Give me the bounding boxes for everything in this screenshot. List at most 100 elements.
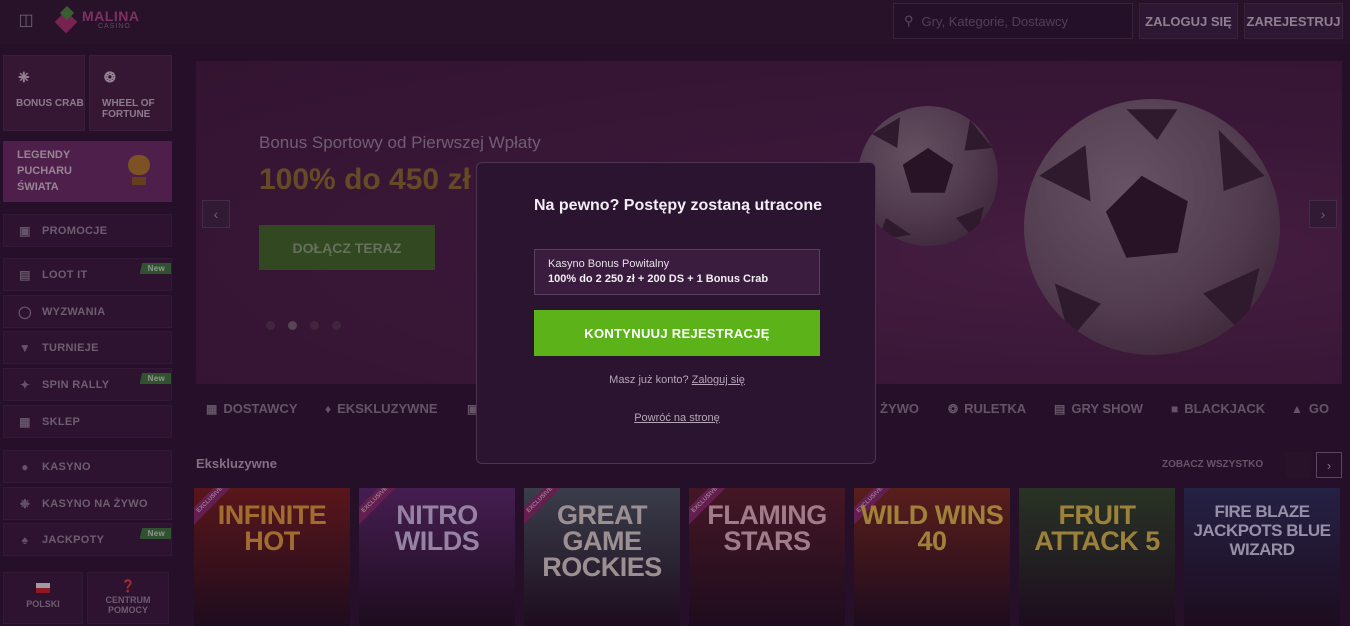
back-to-page-link[interactable]: Powróć na stronę [634, 412, 720, 424]
logo[interactable]: MALINA CASINO [54, 5, 140, 34]
modal-title: Na pewno? Postępy zostaną utracone [534, 197, 823, 214]
category-blackjack[interactable]: ■ BLACKJACK [1171, 401, 1265, 416]
sidebar-item-label: SPIN RALLY [42, 378, 110, 391]
sidebar-item-promocje[interactable]: ▣ PROMOCJE [3, 214, 172, 247]
new-badge: New [139, 373, 171, 384]
trophy-icon: ▼ [18, 340, 32, 355]
new-badge: New [139, 263, 171, 274]
section-prev-arrow[interactable] [1285, 452, 1311, 478]
chip-icon: ❉ [19, 496, 31, 511]
confirm-exit-modal: Na pewno? Postępy zostaną utracone Kasyn… [476, 162, 876, 464]
tile-bonus-crab[interactable]: ❈ BONUS CRAB [3, 55, 85, 131]
hero-prev-arrow[interactable]: ‹ [202, 200, 230, 228]
sidebar-item-label: TURNIEJE [42, 341, 99, 354]
logo-text: MALINA [82, 7, 140, 24]
game-card[interactable]: FIRE BLAZE JACKPOTS BLUE WIZARD [1184, 488, 1340, 626]
sidebar-item-spin-rally[interactable]: ✦ SPIN RALLY New [3, 368, 172, 401]
category-go[interactable]: ▲ GO [1291, 401, 1329, 416]
sidebar-item-kasyno[interactable]: ● KASYNO [3, 450, 172, 483]
sidebar-item-sklep[interactable]: ▦ SKLEP [3, 405, 172, 438]
crab-claw-icon: ❈ [18, 69, 30, 85]
register-button[interactable]: ZAREJESTRUJ [1244, 3, 1343, 39]
search-box[interactable]: ⚲ [893, 3, 1133, 39]
language-selector[interactable]: POLSKI [3, 572, 83, 624]
medal-icon: ◯ [18, 304, 32, 319]
football-image [1024, 99, 1280, 355]
bonus-summary-box: Kasyno Bonus Powitalny 100% do 2 250 zł … [534, 249, 820, 295]
carousel-dot[interactable] [310, 321, 319, 330]
language-label: POLSKI [26, 599, 60, 609]
bonus-value: 100% do 2 250 zł + 200 DS + 1 Bonus Crab [548, 273, 769, 285]
category-label: BLACKJACK [1184, 401, 1266, 416]
diamond-icon: ♦ [325, 402, 332, 416]
grid-icon: ▦ [206, 402, 218, 416]
sidebar-item-label: WYZWANIA [42, 305, 106, 318]
sidebar-item-loot-it[interactable]: ▤ LOOT IT New [3, 258, 172, 291]
category-ekskluzywne[interactable]: ♦ EKSKLUZYWNE [325, 401, 438, 416]
poland-flag-icon [36, 583, 50, 593]
tile-label: WHEEL OF FORTUNE [102, 98, 155, 120]
see-all-link[interactable]: ZOBACZ WSZYSTKO [1162, 459, 1263, 470]
game-title: NITRO WILDS [394, 500, 480, 556]
sidebar: ❈ BONUS CRAB ❂ WHEEL OF FORTUNE LEGENDY … [0, 44, 180, 626]
gift-icon: ▣ [19, 223, 31, 238]
login-link[interactable]: Zaloguj się [692, 374, 745, 386]
game-title: FLAMING STARS [707, 500, 827, 556]
dice-icon: ● [21, 459, 29, 474]
tile-wheel-of-fortune[interactable]: ❂ WHEEL OF FORTUNE [89, 55, 172, 131]
chart-icon: ▤ [19, 267, 31, 282]
section-next-arrow[interactable]: › [1316, 452, 1342, 478]
login-button[interactable]: ZALOGUJ SIĘ [1139, 3, 1238, 39]
top-bar: ◫ MALINA CASINO ⚲ ZALOGUJ SIĘ ZAREJESTRU… [0, 0, 1350, 44]
game-card[interactable]: EXCLUSIVE WILD WINS 40 [854, 488, 1010, 626]
category-label: RULETKA [964, 401, 1027, 416]
sidebar-item-kasyno-na-zywo[interactable]: ❉ KASYNO NA ŻYWO [3, 487, 172, 520]
category-gry-show[interactable]: ▤ GRY SHOW [1054, 401, 1143, 416]
crown-icon: ♠ [21, 532, 29, 547]
logo-subtext: CASINO [98, 22, 131, 30]
category-ruletka[interactable]: ❂ RULETKA [948, 401, 1026, 416]
help-label: CENTRUM POMOCY [105, 595, 151, 615]
sidebar-item-label: LOOT IT [42, 268, 88, 281]
games-row: EXCLUSIVE INFINITE HOT EXCLUSIVE NITRO WILD… [194, 488, 1340, 626]
sidebar-item-wyzwania[interactable]: ◯ WYZWANIA [3, 295, 172, 328]
continue-registration-button[interactable]: KONTYNUUJ REJESTRACJĘ [534, 310, 820, 356]
carousel-dot[interactable] [266, 321, 275, 330]
help-center-button[interactable]: ❓ CENTRUM POMOCY [87, 572, 169, 624]
game-card[interactable]: EXCLUSIVE INFINITE HOT [194, 488, 350, 626]
game-card[interactable]: EXCLUSIVE GREAT GAME ROCKIES [524, 488, 680, 626]
sidebar-toggle-icon[interactable]: ◫ [16, 12, 36, 30]
game-card[interactable]: EXCLUSIVE FLAMING STARS [689, 488, 845, 626]
carousel-dots [266, 321, 341, 330]
join-now-button[interactable]: DOŁĄCZ TERAZ [259, 225, 435, 270]
tile-label: LEGENDY PUCHARU ŚWIATA [17, 149, 72, 193]
category-na-zywo[interactable]: ŻYWO [880, 401, 919, 416]
store-icon: ▦ [19, 414, 31, 429]
logo-mark-icon [54, 5, 78, 34]
new-badge: New [139, 528, 171, 539]
tile-label: BONUS CRAB [16, 98, 84, 109]
game-card[interactable]: EXCLUSIVE NITRO WILDS [359, 488, 515, 626]
roulette-icon: ❂ [948, 402, 959, 416]
wheel-icon: ❂ [104, 69, 116, 85]
flag-icon: ✦ [19, 377, 31, 392]
sidebar-item-jackpoty[interactable]: ♠ JACKPOTY New [3, 523, 172, 556]
category-label: DOSTAWCY [223, 401, 298, 416]
game-title: WILD WINS 40 [860, 500, 1004, 556]
sidebar-item-label: SKLEP [42, 415, 81, 428]
carousel-dot-active[interactable] [288, 321, 297, 330]
category-dostawcy[interactable]: ▦ DOSTAWCY [206, 401, 298, 416]
trophy-icon [126, 155, 152, 187]
carousel-dot[interactable] [332, 321, 341, 330]
game-title: INFINITE HOT [217, 500, 327, 556]
search-input[interactable] [921, 13, 1112, 29]
tile-legends-world-cup[interactable]: LEGENDY PUCHARU ŚWIATA [3, 141, 172, 202]
hero-next-arrow[interactable]: › [1309, 200, 1337, 228]
sidebar-item-turnieje[interactable]: ▼ TURNIEJE [3, 331, 172, 364]
hero-subtitle: Bonus Sportowy od Pierwszej Wpłaty [259, 133, 541, 152]
hero-title: 100% do 450 zł [259, 163, 471, 196]
game-card[interactable]: FRUIT ATTACK 5 [1019, 488, 1175, 626]
search-icon: ⚲ [904, 13, 914, 28]
game-title: FIRE BLAZE JACKPOTS BLUE WIZARD [1193, 502, 1331, 559]
fire-icon: ▲ [1291, 402, 1303, 416]
